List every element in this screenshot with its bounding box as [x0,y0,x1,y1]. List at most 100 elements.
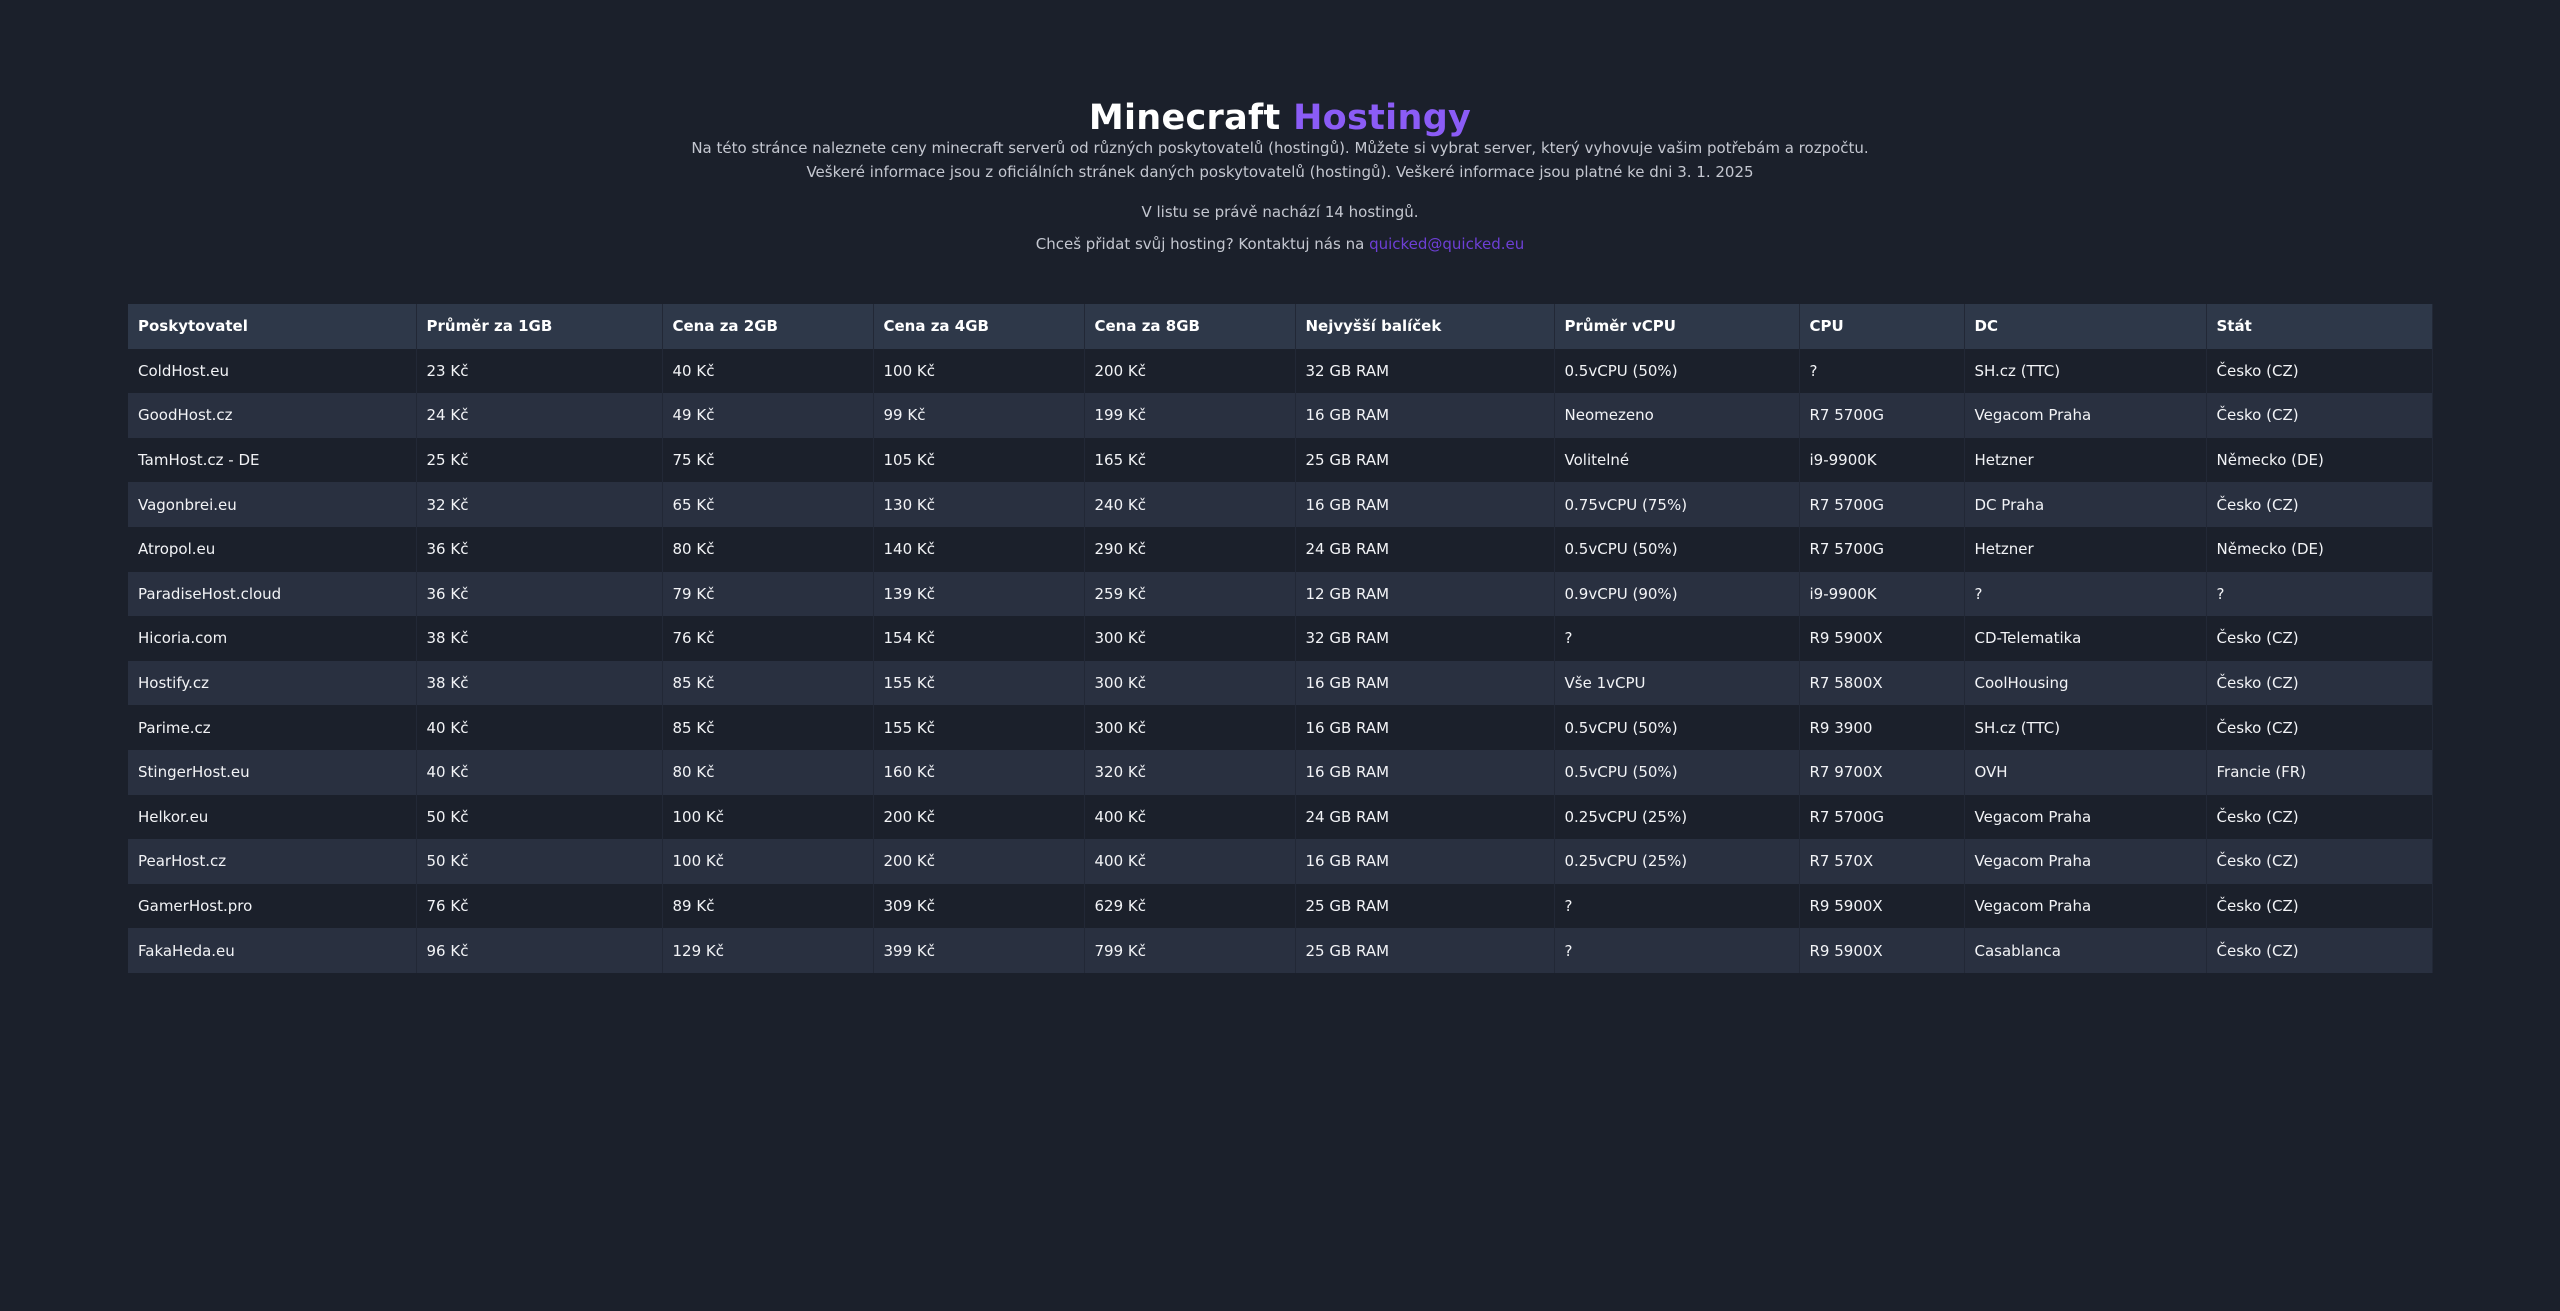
cell-avg-vcpu: ? [1554,616,1800,661]
cell-country: Česko (CZ) [2206,883,2433,929]
cell-dc: ? [1964,571,2207,617]
cell-country: Česko (CZ) [2206,705,2433,750]
table-row: Helkor.eu 50 Kč 100 Kč 200 Kč 400 Kč 24 GB RA… [128,794,2433,840]
cell-country: Česko (CZ) [2206,616,2433,661]
column-header-avg-vcpu: Průměr vCPU [1554,304,1800,349]
cell-avg-1gb: 76 Kč [416,883,663,929]
cell-price-8gb: 300 Kč [1084,616,1296,661]
cell-avg-vcpu: 0.5vCPU (50%) [1554,705,1800,750]
column-header-max-package: Nejvyšší balíček [1295,304,1555,349]
cell-provider: Helkor.eu [128,794,417,840]
table-row: GamerHost.pro 76 Kč 89 Kč 309 Kč 629 Kč 25 GB… [128,883,2433,929]
cell-dc: SH.cz (TTC) [1964,348,2207,394]
table-row: StingerHost.eu 40 Kč 80 Kč 160 Kč 320 Kč 16 G… [128,749,2433,795]
cell-max-package: 32 GB RAM [1295,348,1555,394]
cell-max-package: 16 GB RAM [1295,705,1555,750]
cell-avg-vcpu: 0.9vCPU (90%) [1554,571,1800,617]
cell-price-4gb: 200 Kč [873,794,1085,840]
table-row: TamHost.cz - DE 25 Kč 75 Kč 105 Kč 165 Kč 25 … [128,437,2433,483]
cell-provider: ColdHost.eu [128,348,417,394]
description-line-2: Veškeré informace jsou z oficiálních str… [806,163,1754,181]
cell-avg-vcpu: 0.25vCPU (25%) [1554,839,1800,884]
cell-price-4gb: 160 Kč [873,749,1085,795]
cell-max-package: 24 GB RAM [1295,794,1555,840]
cell-avg-vcpu: 0.5vCPU (50%) [1554,348,1800,394]
cell-price-2gb: 40 Kč [662,348,874,394]
cell-max-package: 16 GB RAM [1295,660,1555,706]
cell-price-4gb: 105 Kč [873,437,1085,483]
cell-avg-1gb: 32 Kč [416,482,663,527]
cell-price-8gb: 200 Kč [1084,348,1296,394]
cell-max-package: 24 GB RAM [1295,526,1555,572]
cell-provider: Parime.cz [128,705,417,750]
cell-max-package: 25 GB RAM [1295,883,1555,929]
cell-price-8gb: 165 Kč [1084,437,1296,483]
cell-dc: OVH [1964,749,2207,795]
cell-price-4gb: 100 Kč [873,348,1085,394]
cell-avg-vcpu: 0.5vCPU (50%) [1554,749,1800,795]
cell-price-4gb: 309 Kč [873,883,1085,929]
cell-avg-1gb: 50 Kč [416,794,663,840]
contact-line: Chceš přidat svůj hosting? Kontaktuj nás… [0,233,2560,255]
contact-email-link[interactable]: quicked@quicked.eu [1369,235,1524,253]
cell-provider: Vagonbrei.eu [128,482,417,527]
cell-cpu: R9 5900X [1799,928,1965,973]
cell-country: Česko (CZ) [2206,482,2433,527]
cell-country: Česko (CZ) [2206,348,2433,394]
cell-cpu: R7 5700G [1799,482,1965,527]
column-header-dc: DC [1964,304,2207,349]
cell-price-2gb: 85 Kč [662,660,874,706]
cell-cpu: R7 5700G [1799,526,1965,572]
cell-avg-vcpu: Vše 1vCPU [1554,660,1800,706]
cell-price-2gb: 100 Kč [662,839,874,884]
description-line-1: Na této stránce naleznete ceny minecraft… [691,139,1869,157]
cell-avg-1gb: 23 Kč [416,348,663,394]
table-row: GoodHost.cz 24 Kč 49 Kč 99 Kč 199 Kč 16 GB RA… [128,393,2433,438]
cell-country: Německo (DE) [2206,526,2433,572]
cell-max-package: 16 GB RAM [1295,839,1555,884]
cell-provider: PearHost.cz [128,839,417,884]
cell-avg-vcpu: 0.75vCPU (75%) [1554,482,1800,527]
hosting-table-container: Poskytovatel Průměr za 1GB Cena za 2GB C… [128,304,2433,973]
table-row: Hostify.cz 38 Kč 85 Kč 155 Kč 300 Kč 16 GB RA… [128,660,2433,706]
cell-price-2gb: 80 Kč [662,526,874,572]
cell-avg-vcpu: ? [1554,928,1800,973]
cell-provider: StingerHost.eu [128,749,417,795]
cell-price-4gb: 139 Kč [873,571,1085,617]
cell-avg-1gb: 38 Kč [416,616,663,661]
cell-max-package: 25 GB RAM [1295,437,1555,483]
cell-price-2gb: 129 Kč [662,928,874,973]
cell-dc: Casablanca [1964,928,2207,973]
cell-cpu: R9 5900X [1799,883,1965,929]
table-row: ColdHost.eu 23 Kč 40 Kč 100 Kč 200 Kč 32 GB R… [128,348,2433,394]
cell-dc: Vegacom Praha [1964,883,2207,929]
cell-cpu: R7 5700G [1799,393,1965,438]
cell-dc: Vegacom Praha [1964,794,2207,840]
table-row: PearHost.cz 50 Kč 100 Kč 200 Kč 400 Kč 16 GB … [128,839,2433,884]
page-title-accent: Hostingy [1293,98,1472,138]
cell-dc: SH.cz (TTC) [1964,705,2207,750]
cell-dc: Vegacom Praha [1964,839,2207,884]
cell-country: Česko (CZ) [2206,794,2433,840]
cell-price-2gb: 49 Kč [662,393,874,438]
cell-price-8gb: 799 Kč [1084,928,1296,973]
cell-avg-1gb: 40 Kč [416,749,663,795]
hosting-count-text: V listu se právě nachází 14 hostingů. [1141,203,1419,221]
cell-price-8gb: 199 Kč [1084,393,1296,438]
cell-max-package: 32 GB RAM [1295,616,1555,661]
table-body: ColdHost.eu 23 Kč 40 Kč 100 Kč 200 Kč 32 GB R… [128,348,2433,973]
cell-avg-1gb: 25 Kč [416,437,663,483]
cell-price-4gb: 155 Kč [873,660,1085,706]
cell-price-4gb: 140 Kč [873,526,1085,572]
cell-avg-1gb: 50 Kč [416,839,663,884]
table-row: Vagonbrei.eu 32 Kč 65 Kč 130 Kč 240 Kč 16 GB … [128,482,2433,527]
column-header-price-2gb: Cena za 2GB [662,304,874,349]
cell-avg-1gb: 40 Kč [416,705,663,750]
cell-country: Česko (CZ) [2206,393,2433,438]
column-header-cpu: CPU [1799,304,1965,349]
cell-price-8gb: 629 Kč [1084,883,1296,929]
cell-dc: Hetzner [1964,526,2207,572]
cell-cpu: i9-9900K [1799,571,1965,617]
cell-avg-1gb: 36 Kč [416,526,663,572]
cell-price-4gb: 399 Kč [873,928,1085,973]
